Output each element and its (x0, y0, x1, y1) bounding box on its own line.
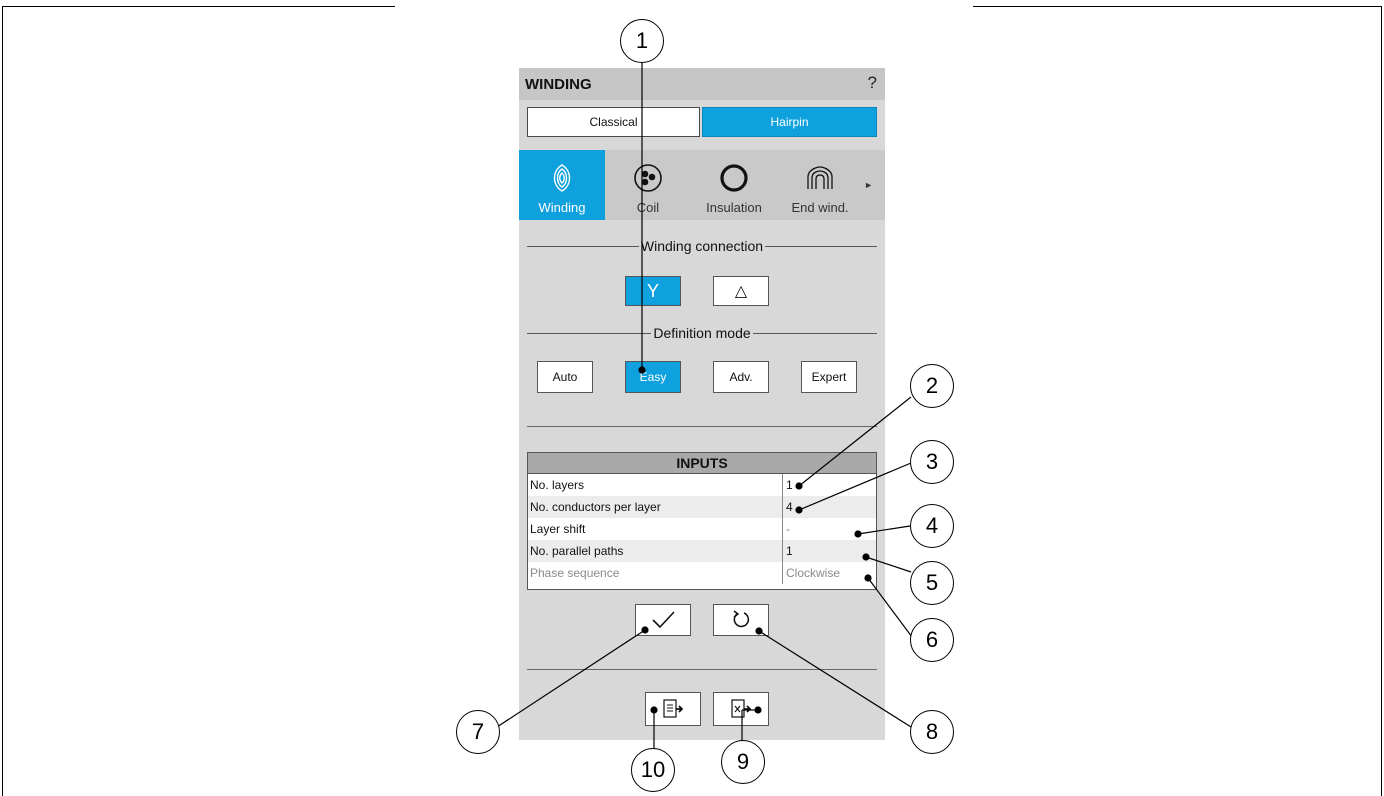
callout-7: 7 (456, 710, 500, 754)
callout-3: 3 (910, 440, 954, 484)
callout-9: 9 (721, 740, 765, 784)
callout-leaders (496, 63, 913, 752)
callout-10: 10 (631, 748, 675, 792)
callout-6: 6 (910, 618, 954, 662)
callout-2: 2 (910, 364, 954, 408)
callout-4: 4 (910, 504, 954, 548)
callout-5: 5 (910, 561, 954, 605)
callout-1: 1 (620, 19, 664, 63)
callout-8: 8 (910, 710, 954, 754)
